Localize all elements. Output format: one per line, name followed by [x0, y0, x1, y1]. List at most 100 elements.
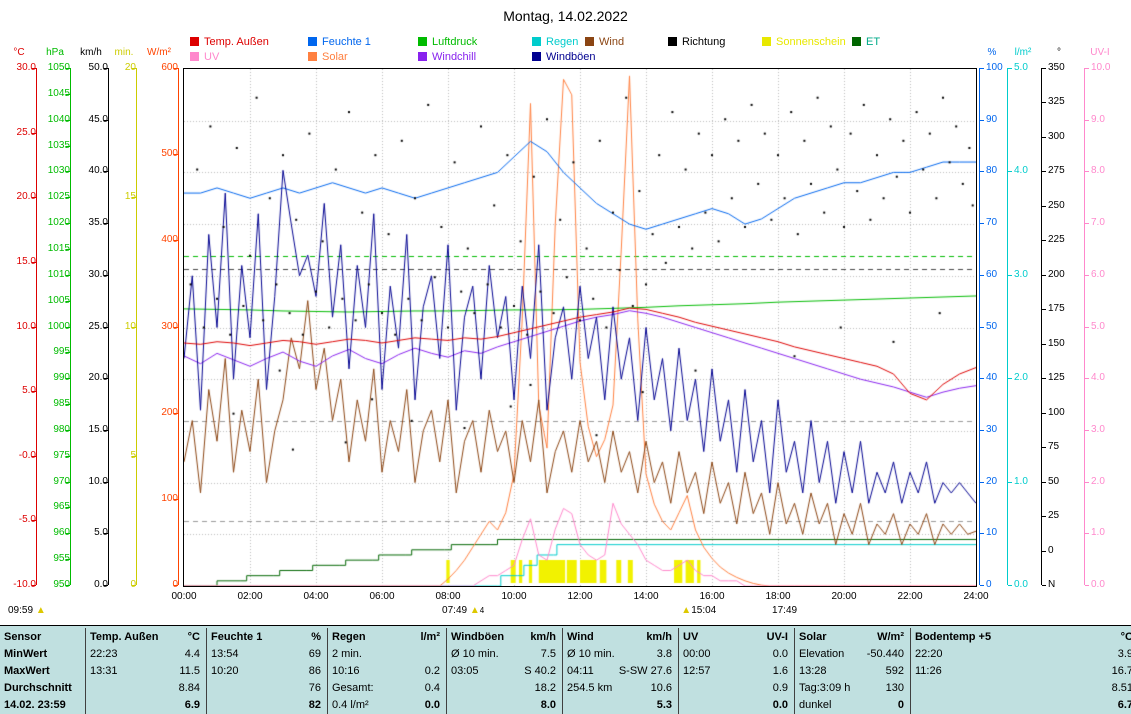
axis-tick-mark	[104, 327, 108, 328]
legend-label: UV	[204, 51, 219, 63]
page-title: Montag, 14.02.2022	[0, 8, 1131, 24]
axis-tick-mark	[132, 327, 136, 328]
table-cell-label: Tag:3:09 h	[799, 682, 850, 694]
table-cell-label: 0.4 l/m²	[332, 699, 369, 711]
sun-moon-marker: 07:49 ▲4	[442, 605, 484, 616]
table-cell-value: 3.8	[657, 648, 672, 660]
axis-tick-label: 10.0	[1085, 63, 1121, 73]
axis-tick-mark	[32, 456, 36, 457]
axis-tick-mark	[980, 327, 984, 328]
axis-tick-mark	[132, 68, 136, 69]
legend-label: Windböen	[546, 51, 596, 63]
table-row-label-column: SensorMinWertMaxWertDurchschnitt14.02. 2…	[0, 628, 85, 714]
axis-tick-mark	[1085, 120, 1089, 121]
axis-tick-label: 60	[980, 270, 1010, 280]
x-axis-label: 06:00	[365, 591, 399, 602]
axis-UV-I: UV-I10.09.08.07.06.05.04.03.02.01.00.0	[1084, 68, 1115, 585]
table-column-unit: °C	[188, 631, 200, 643]
axis-tick-label: 5.0	[1085, 322, 1121, 332]
table-column: SolarW/m²Elevation-50.44013:28592Tag:3:0…	[794, 628, 910, 714]
table-cell-label: 22:20	[915, 648, 943, 660]
table-row-label-text: MaxWert	[4, 665, 50, 677]
axis-unit-label: W/m²	[140, 47, 178, 58]
table-cell-label: 11:26	[915, 665, 942, 677]
table-cell-value: 69	[309, 648, 321, 660]
table-column-name: Bodentemp +5	[915, 631, 991, 643]
axis-tick-label: 150	[1042, 339, 1082, 349]
table-cell: 18.2	[447, 679, 562, 696]
table-cell: 22:234.4	[86, 645, 206, 662]
axis-tick-mark	[1085, 171, 1089, 172]
axis-tick-mark	[1085, 430, 1089, 431]
axis-tick-label: 30.0	[74, 270, 114, 280]
table-cell-value: 7.5	[541, 648, 556, 660]
axis-tick-mark	[32, 585, 36, 586]
axis-tick-label: 970	[40, 477, 76, 487]
table-cell-label: 04:11	[567, 665, 594, 677]
axis-tick-label: 1030	[40, 166, 76, 176]
axis-tick-mark	[1042, 68, 1046, 69]
axis-tick-label: 20	[112, 63, 142, 73]
table-cell: 10:160.2	[328, 662, 446, 679]
table-cell-value: 76	[309, 682, 321, 694]
axis-tick-mark	[174, 68, 178, 69]
axis-tick-label: 40	[980, 373, 1010, 383]
legend-swatch	[532, 52, 541, 61]
axis-tick-mark	[174, 413, 178, 414]
axis-tick-label: 1005	[40, 296, 76, 306]
table-column-unit: l/m²	[420, 631, 440, 643]
axis-tick-mark	[66, 249, 70, 250]
x-axis-label: 14:00	[629, 591, 663, 602]
axis-tick-label: 2.0	[1085, 477, 1121, 487]
sun-moon-annotations: 09:59 ▲07:49 ▲4▲15:0417:49	[0, 605, 1131, 618]
axis-tick-mark	[32, 197, 36, 198]
axis-°C: °C30.025.020.015.010.05.0-0.0-5.0-10.0	[2, 68, 37, 585]
axis-tick-label: 250	[1042, 201, 1082, 211]
table-cell: Ø 10 min.7.5	[447, 645, 562, 662]
legend-item: Windchill	[418, 51, 476, 64]
table-column-header: Regenl/m²	[328, 628, 446, 645]
table-cell: Elevation-50.440	[795, 645, 910, 662]
axis-tick-mark	[174, 585, 178, 586]
table-cell-value: 8.0	[541, 699, 556, 711]
table-cell: Gesamt:0.4	[328, 679, 446, 696]
axis-tick-label: 0.0	[1085, 580, 1121, 590]
axis-tick-label: 1025	[40, 192, 76, 202]
table-column: Regenl/m²2 min.10:160.2Gesamt:0.40.4 l/m…	[327, 628, 446, 714]
axis-tick-mark	[980, 223, 984, 224]
axis-tick-label: 980	[40, 425, 76, 435]
axis-tick-label: 125	[1042, 373, 1082, 383]
axis-tick-mark	[32, 68, 36, 69]
table-cell: 6.7	[911, 696, 1131, 713]
table-cell-value: 0.2	[425, 665, 440, 677]
axis-tick-label: 975	[40, 451, 76, 461]
axis-tick-mark	[980, 120, 984, 121]
axis-tick-label: 6.0	[1085, 270, 1121, 280]
sun-marker-text: 15:04	[691, 605, 716, 616]
axis-tick-mark	[66, 94, 70, 95]
table-cell: 5.3	[563, 696, 678, 713]
axis-tick-mark	[104, 120, 108, 121]
table-column-unit: °C	[1121, 631, 1131, 643]
axis-tick-mark	[980, 68, 984, 69]
axis-tick-label: 225	[1042, 235, 1082, 245]
axis-tick-mark	[1042, 102, 1046, 103]
axis-tick-label: 35.0	[74, 218, 114, 228]
sun-triangle-icon: ▲	[470, 605, 480, 616]
table-cell: 03:05S 40.2	[447, 662, 562, 679]
legend-item: Luftdruck	[418, 36, 477, 49]
axis-tick-label: 20.0	[74, 373, 114, 383]
table-cell: 254.5 km10.6	[563, 679, 678, 696]
axis-tick-mark	[1085, 68, 1089, 69]
axis-tick-label: 965	[40, 502, 76, 512]
table-cell: 13:5469	[207, 645, 327, 662]
axis-tick-mark	[66, 533, 70, 534]
axis-tick-mark	[32, 262, 36, 263]
legend-label: Wind	[599, 36, 624, 48]
axis-tick-mark	[66, 171, 70, 172]
axis-tick-label: 9.0	[1085, 115, 1121, 125]
table-cell-label: 00:00	[683, 648, 711, 660]
table-cell: 8.84	[86, 679, 206, 696]
table-cell: 0.4 l/m²0.0	[328, 696, 446, 713]
axis-tick-mark	[66, 559, 70, 560]
